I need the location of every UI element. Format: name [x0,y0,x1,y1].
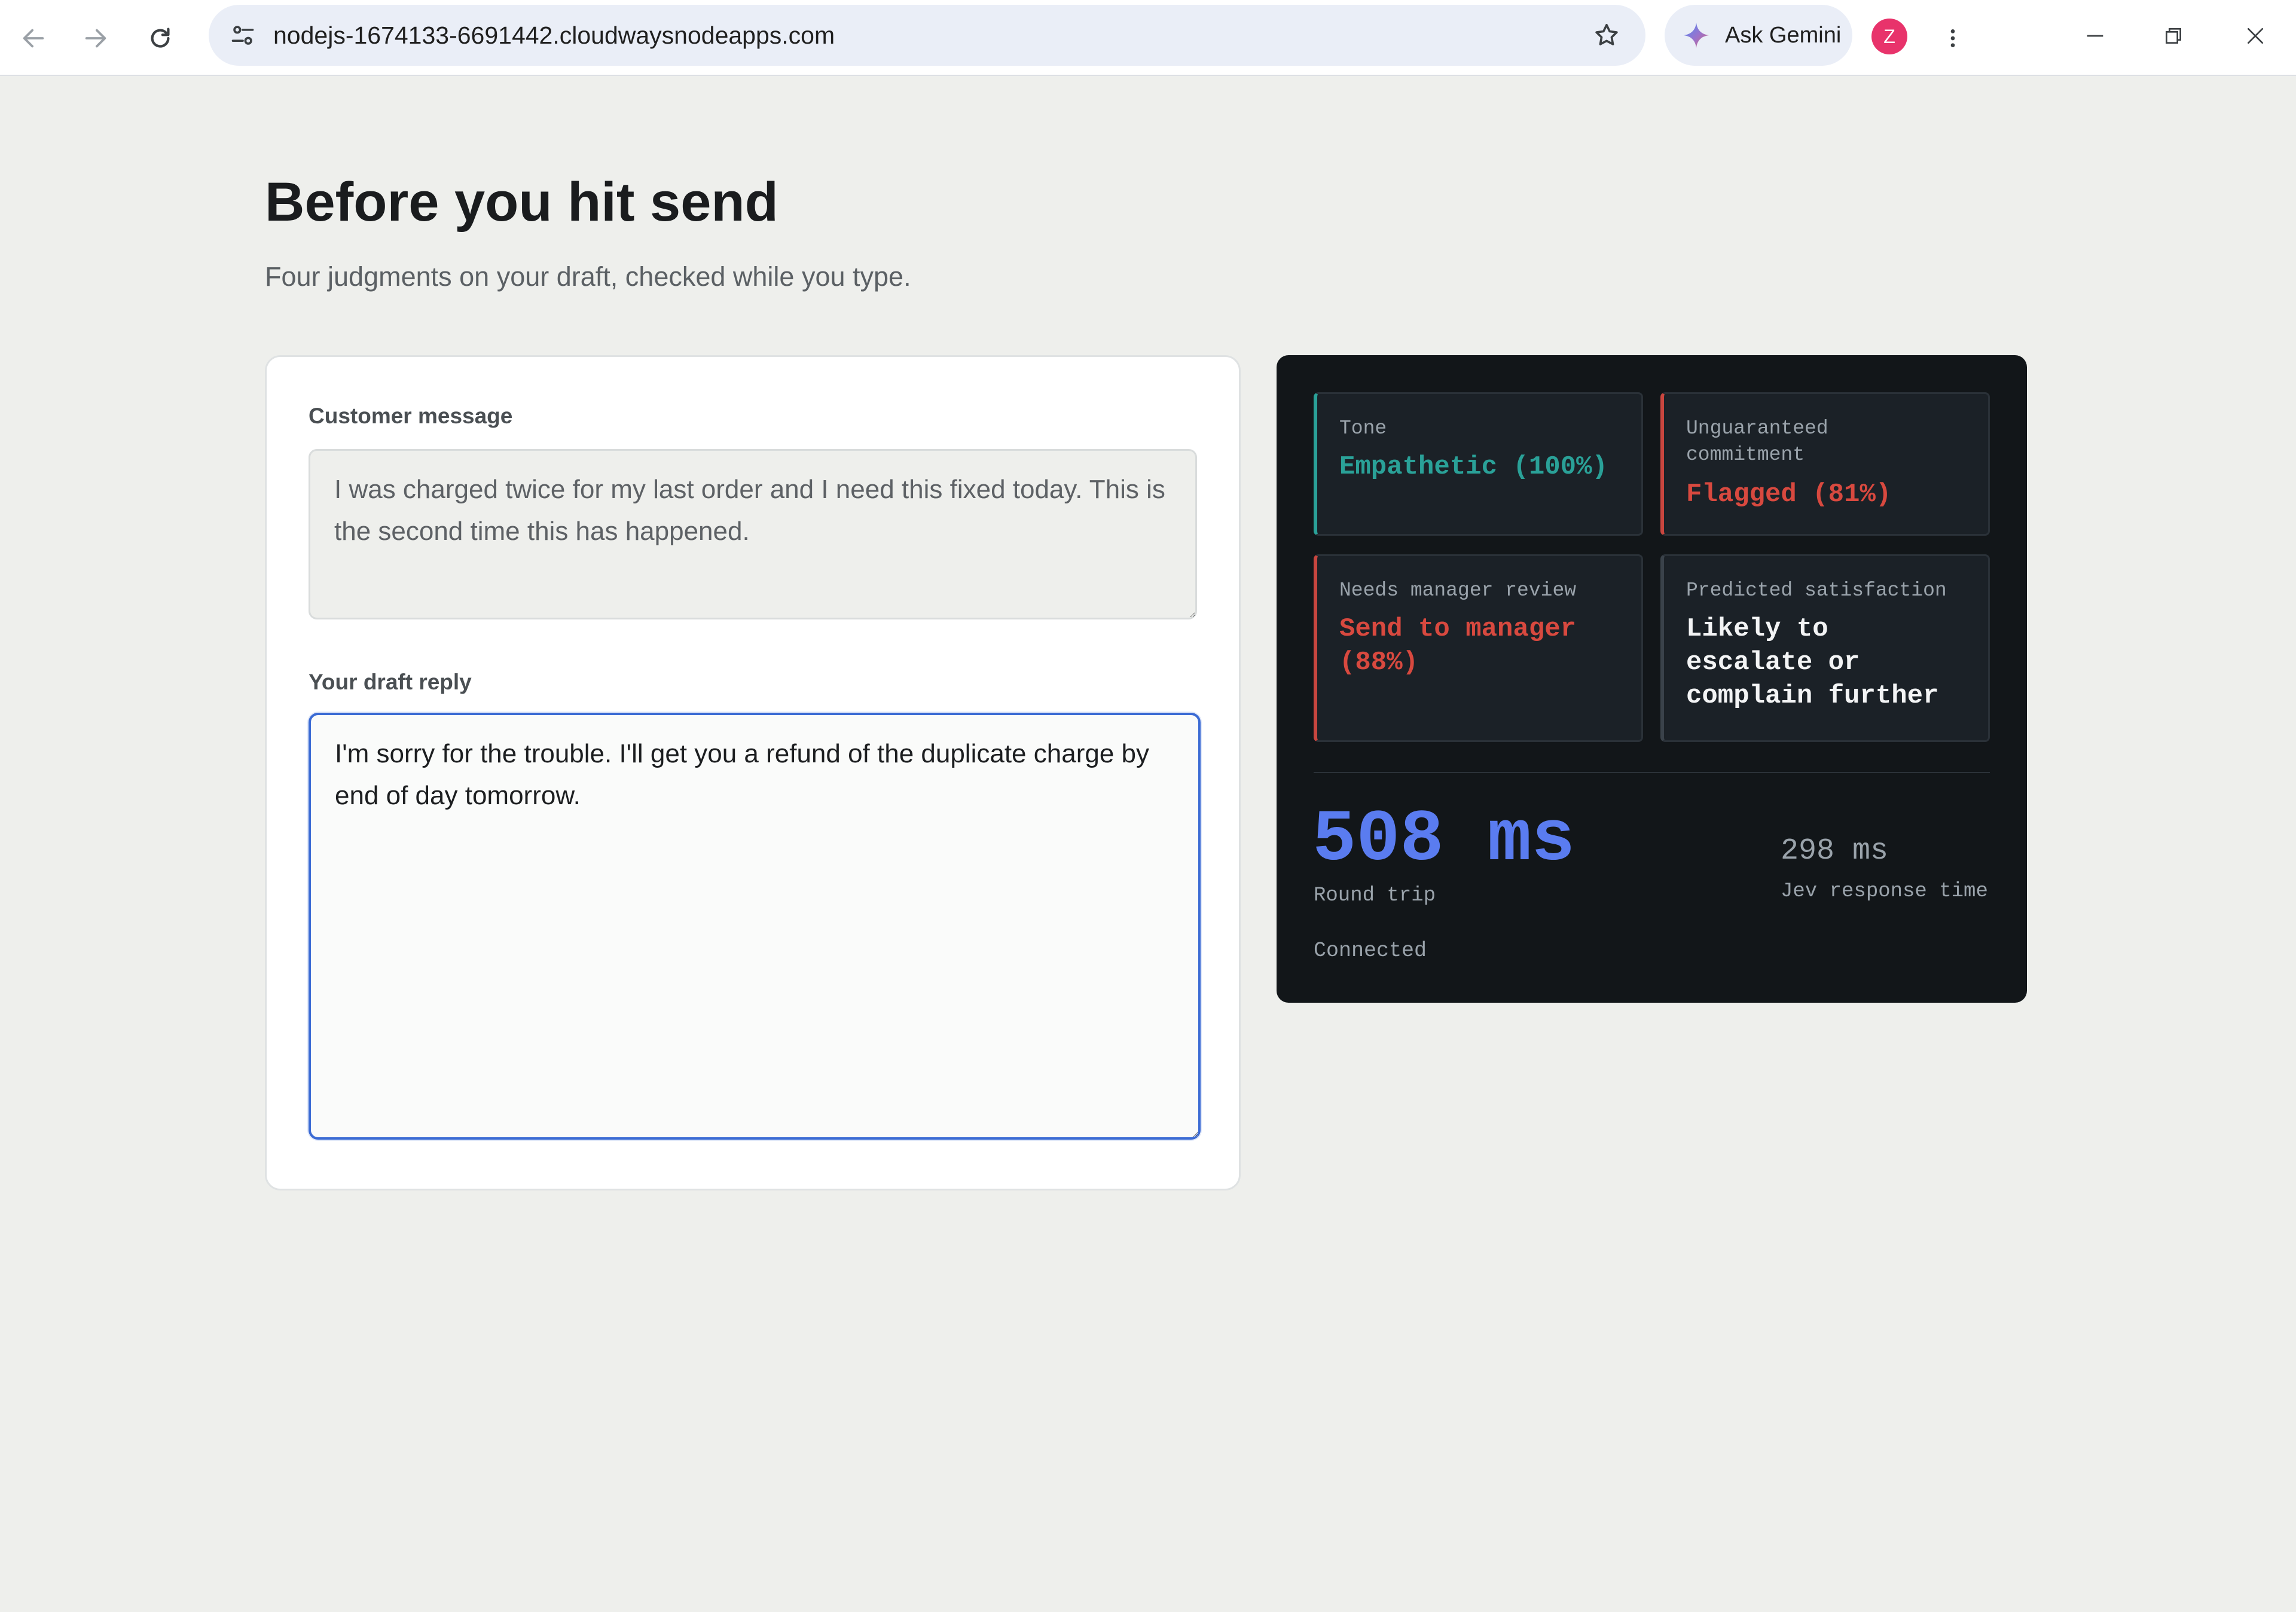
page-title: Before you hit send [265,172,778,233]
kebab-menu-icon [1950,29,1955,47]
tune-icon [231,26,254,45]
judgment-label: Needs manager review [1339,579,1577,602]
connection-status: Connected [1314,939,1427,963]
close-icon [2248,28,2263,44]
panel-divider [1314,772,1990,773]
browser-menu-button[interactable] [1928,13,1978,63]
judgment-label: Tone [1339,417,1387,439]
judgment-card-tone: Tone Empathetic (100%) [1314,392,1643,536]
judgment-label: Predicted satisfaction [1686,579,1947,602]
arrow-right-icon [85,29,106,48]
judgment-card-manager-review: Needs manager review Send to manager (88… [1314,554,1643,742]
restore-window-button[interactable] [2144,11,2203,61]
customer-message-label: Customer message [309,404,513,428]
compose-card: Customer message I was charged twice for… [265,355,1241,1190]
browser-toolbar: nodejs-1674133-6691442.cloudwaysnodeapps… [0,0,2296,76]
customer-message-field[interactable]: I was charged twice for my last order an… [309,449,1197,619]
judgment-label: Unguaranteed commitment [1686,417,1828,466]
close-window-button[interactable] [2225,11,2285,61]
ask-gemini-button[interactable]: Ask Gemini [1665,5,1852,66]
draft-reply-label: Your draft reply [309,670,472,694]
gemini-spark-icon [1683,22,1709,48]
judgment-card-satisfaction: Predicted satisfaction Likely to escalat… [1660,554,1990,742]
reload-icon [151,28,170,48]
judgment-panel: Tone Empathetic (100%) Unguaranteed comm… [1277,355,2027,1003]
page-subtitle: Four judgments on your draft, checked wh… [265,261,911,292]
star-icon [1595,23,1618,45]
minimize-window-button[interactable] [2065,11,2125,61]
arrow-left-icon [23,29,44,48]
reload-button[interactable] [135,13,185,63]
ask-gemini-label: Ask Gemini [1725,23,1842,48]
judgment-value: Likely to escalate or complain further [1686,614,1939,711]
bookmark-button[interactable] [1584,13,1629,57]
url-text[interactable]: nodejs-1674133-6691442.cloudwaysnodeapps… [273,22,835,49]
minimize-icon [2087,35,2103,37]
judgment-value: Empathetic (100%) [1339,452,1608,482]
response-time-label: Jev response time [1781,880,1988,903]
round-trip-value: 508 ms [1312,798,1576,881]
response-time-value: 298 ms [1781,834,1889,868]
draft-reply-field[interactable]: I'm sorry for the trouble. I'll get you … [309,713,1201,1140]
site-info-button[interactable] [221,13,265,57]
back-button[interactable] [8,13,59,63]
judgment-value: Send to manager (88%) [1339,614,1577,677]
judgment-card-commitment: Unguaranteed commitment Flagged (81%) [1660,392,1990,536]
restore-icon [2166,28,2181,44]
forward-button[interactable] [71,13,121,63]
address-bar[interactable]: nodejs-1674133-6691442.cloudwaysnodeapps… [209,5,1645,66]
judgment-value: Flagged (81%) [1686,480,1892,509]
profile-avatar[interactable]: Z [1871,19,1907,54]
round-trip-label: Round trip [1314,884,1436,907]
